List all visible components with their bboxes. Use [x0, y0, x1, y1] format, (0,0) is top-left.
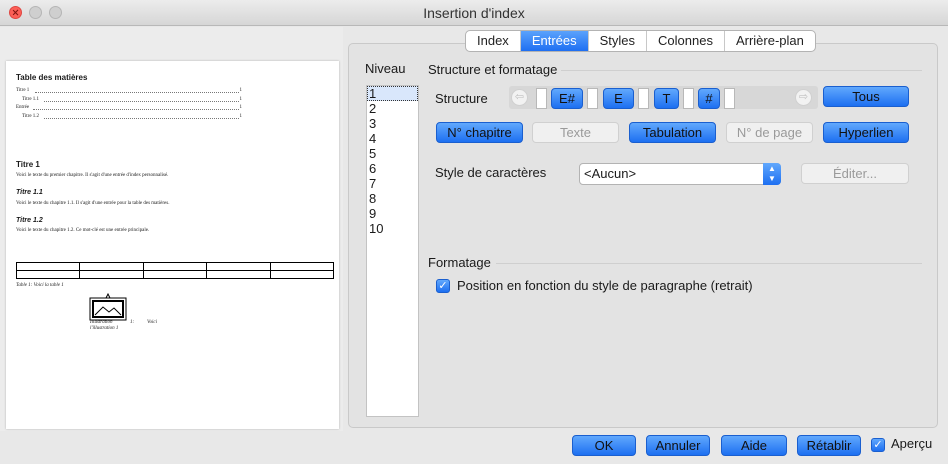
tab-entrees[interactable]: Entrées	[520, 31, 589, 51]
edit-button[interactable]: Éditer...	[801, 163, 909, 184]
structure-token-page[interactable]: #	[698, 88, 720, 109]
niveau-list[interactable]: 1 2 3 4 5 6 7 8 9 10	[366, 85, 419, 417]
character-style-label: Style de caractères	[435, 165, 547, 180]
preview-illustration-caption: l'illustration 1	[90, 326, 119, 331]
structure-slot[interactable]	[638, 88, 649, 109]
structure-token-tab[interactable]: T	[654, 88, 679, 109]
preview-checkbox[interactable]: ✓	[871, 438, 885, 452]
reset-button[interactable]: Rétablir	[797, 435, 861, 456]
preview-toc-entry: Titre 1.2 1	[22, 114, 242, 119]
structure-token-entry[interactable]: E	[603, 88, 634, 109]
page-number-button[interactable]: N° de page	[726, 122, 813, 143]
structure-slot[interactable]	[724, 88, 735, 109]
text-button[interactable]: Texte	[532, 122, 619, 143]
preview-toc-entry: Titre 1.1 1	[22, 97, 242, 102]
arrow-left-icon[interactable]: ⇦	[511, 89, 528, 106]
section-separator	[561, 70, 922, 71]
structure-slot[interactable]	[536, 88, 547, 109]
tous-button[interactable]: Tous	[823, 86, 909, 107]
preview-illustration-caption: 1:	[130, 320, 135, 325]
window-title: Insertion d'index	[423, 5, 525, 21]
niveau-item[interactable]: 1	[367, 86, 418, 101]
preview-illustration-caption: Illustration	[90, 320, 113, 325]
tab-arriere-plan[interactable]: Arrière-plan	[725, 31, 815, 51]
preview-page: Table des matières Titre 1 1 Titre 1.1 1…	[6, 61, 339, 429]
niveau-item[interactable]: 3	[367, 116, 418, 131]
position-paragraph-style-checkbox[interactable]: ✓	[436, 279, 450, 293]
niveau-item[interactable]: 5	[367, 146, 418, 161]
preview-illustration-icon	[89, 293, 127, 321]
niveau-label: Niveau	[365, 61, 406, 76]
preview-toc-entry: Titre 1 1	[16, 88, 242, 93]
help-button[interactable]: Aide	[721, 435, 787, 456]
section-separator	[496, 263, 922, 264]
preview-illustration-caption: Voici	[147, 320, 157, 325]
ok-button[interactable]: OK	[572, 435, 636, 456]
tabulation-button[interactable]: Tabulation	[629, 122, 716, 143]
niveau-item[interactable]: 2	[367, 101, 418, 116]
chapter-number-button[interactable]: N° chapitre	[436, 122, 523, 143]
preview-checkbox-label: Aperçu	[891, 436, 933, 451]
arrow-right-icon[interactable]: ⇨	[795, 89, 812, 106]
tab-bar: Index Entrées Styles Colonnes Arrière-pl…	[465, 30, 816, 52]
preview-heading-1: Titre 1	[16, 160, 40, 169]
structure-token-chapter[interactable]: E#	[551, 88, 583, 109]
preview-heading-1-1: Titre 1.1	[16, 189, 43, 196]
structure-section-title: Structure et formatage	[428, 62, 558, 77]
niveau-item[interactable]: 8	[367, 191, 418, 206]
structure-slot[interactable]	[587, 88, 598, 109]
tab-styles[interactable]: Styles	[589, 31, 648, 51]
preview-table	[15, 262, 335, 279]
character-style-select[interactable]: <Aucun> ▲ ▼	[579, 163, 781, 185]
preview-body-text: Voici le texte du chapitre 1.1. Il s'agi…	[16, 201, 170, 206]
formatage-section-title: Formatage	[428, 255, 491, 270]
niveau-item[interactable]: 10	[367, 221, 418, 236]
tab-colonnes[interactable]: Colonnes	[647, 31, 725, 51]
preview-body-text: Voici le texte du chapitre 1.2. Ce mot-c…	[16, 228, 150, 233]
structure-label: Structure	[435, 91, 488, 106]
title-bar: Insertion d'index	[0, 0, 948, 26]
niveau-item[interactable]: 4	[367, 131, 418, 146]
tab-index[interactable]: Index	[466, 31, 521, 51]
chevron-up-down-icon: ▲ ▼	[763, 163, 781, 185]
niveau-item[interactable]: 6	[367, 161, 418, 176]
preview-table-caption: Table 1: Voici la table 1	[16, 283, 64, 288]
niveau-item[interactable]: 9	[367, 206, 418, 221]
hyperlink-button[interactable]: Hyperlien	[823, 122, 909, 143]
structure-slot[interactable]	[683, 88, 694, 109]
preview-toc-entry: Entrée 1	[16, 105, 242, 110]
niveau-item[interactable]: 7	[367, 176, 418, 191]
preview-body-text: Voici le texte du premier chapitre. Il s…	[16, 173, 169, 178]
preview-heading-1-2: Titre 1.2	[16, 217, 43, 224]
character-style-value: <Aucun>	[584, 166, 637, 181]
cancel-button[interactable]: Annuler	[646, 435, 710, 456]
position-paragraph-style-label: Position en fonction du style de paragra…	[457, 278, 753, 293]
preview-toc-title: Table des matières	[16, 73, 88, 82]
